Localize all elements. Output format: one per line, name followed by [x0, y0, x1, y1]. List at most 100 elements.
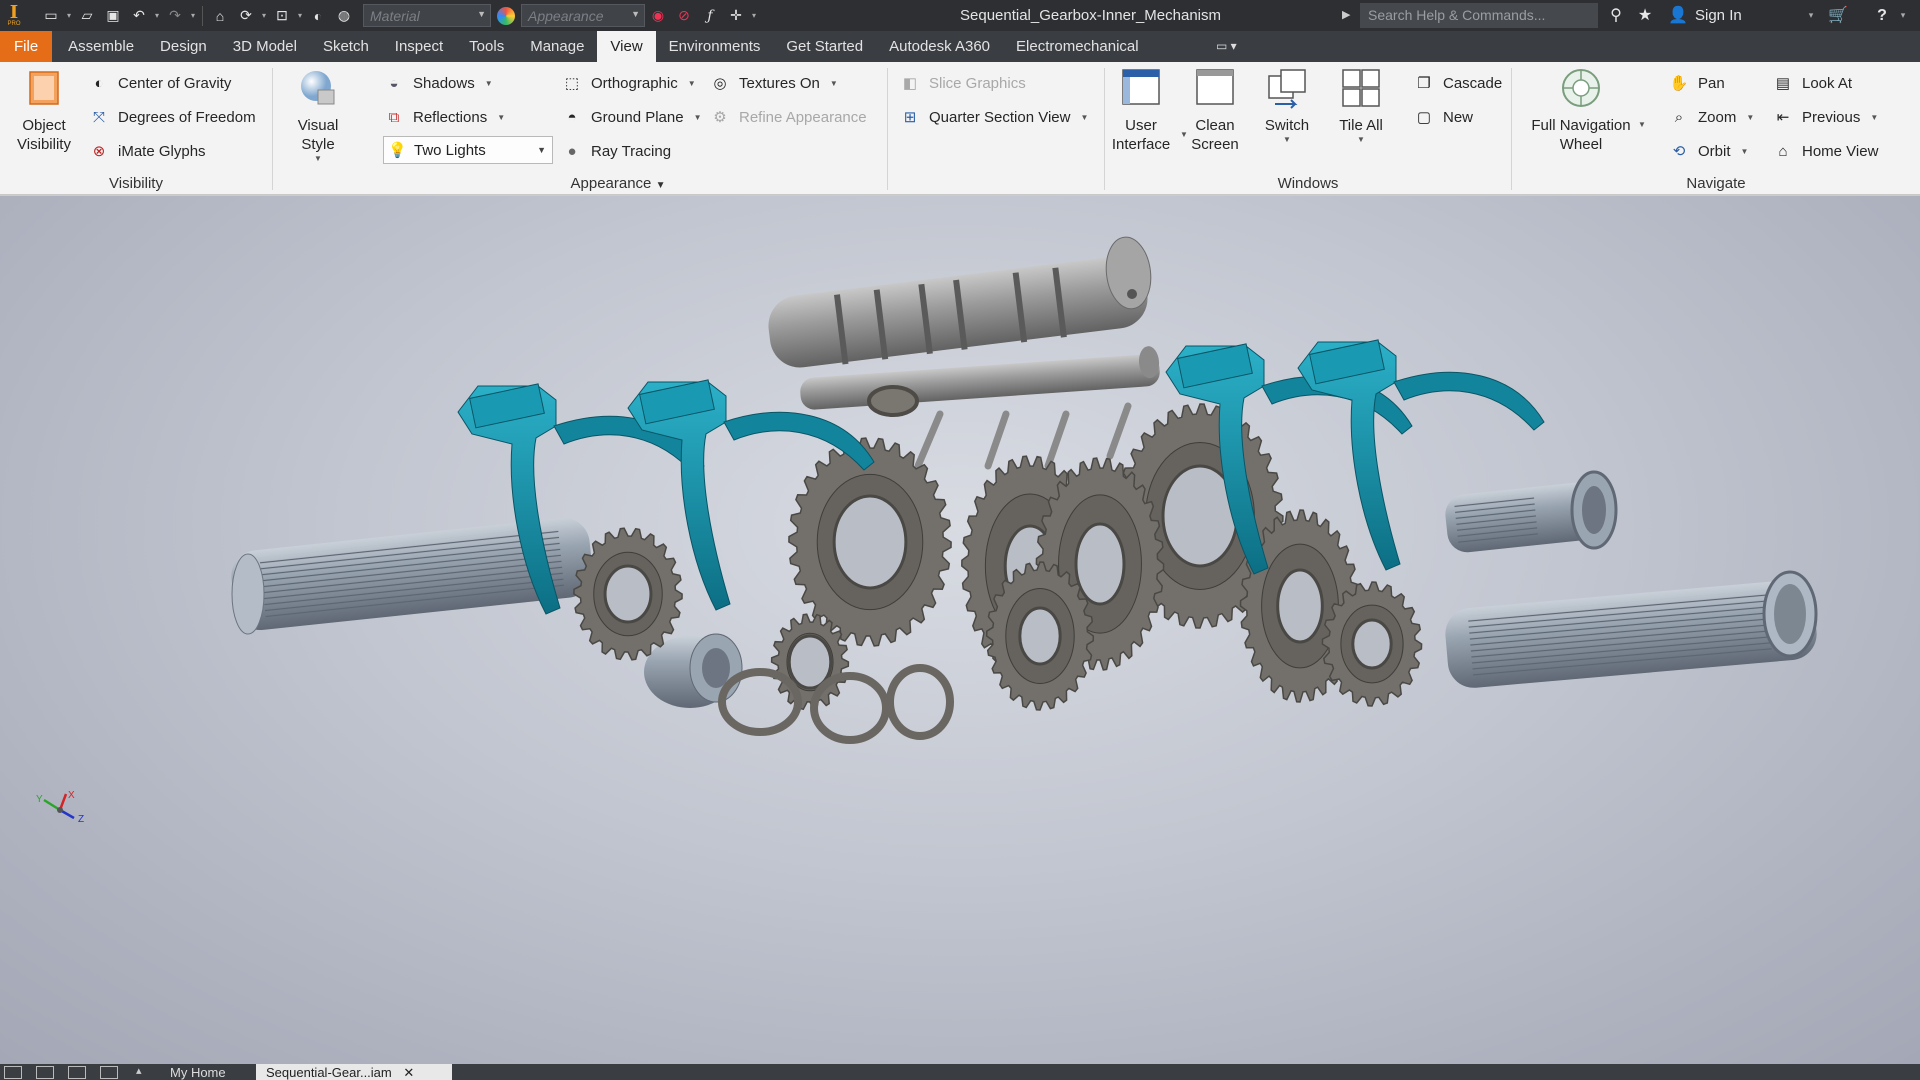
- orthographic-button[interactable]: ⬚ Orthographic ▼: [561, 70, 696, 96]
- look-at-button[interactable]: ▤ Look At: [1772, 70, 1852, 96]
- tab-view[interactable]: View: [597, 31, 656, 62]
- synchro-ring[interactable]: [886, 664, 954, 740]
- zoom-button[interactable]: ⌕ Zoom ▼: [1668, 104, 1754, 130]
- undo-icon[interactable]: ↶: [126, 0, 152, 31]
- window-split-icon[interactable]: [36, 1066, 54, 1079]
- synchro-ring[interactable]: [718, 668, 802, 736]
- tab-environments[interactable]: Environments: [656, 31, 774, 62]
- tab-manage[interactable]: Manage: [517, 31, 597, 62]
- home-view-button[interactable]: ⌂ Home View: [1772, 138, 1878, 164]
- orientation-triad-icon[interactable]: Y X Z: [28, 788, 98, 838]
- center-of-gravity-button[interactable]: ◐ Center of Gravity: [88, 70, 231, 96]
- binoculars-icon[interactable]: ⚲: [1604, 0, 1628, 31]
- measure-icon[interactable]: ✛: [723, 0, 749, 31]
- gear[interactable]: [788, 437, 952, 647]
- tab-assemble[interactable]: Assemble: [55, 31, 147, 62]
- tab-electromechanical[interactable]: Electromechanical: [1003, 31, 1152, 62]
- redo-icon[interactable]: ↷: [162, 0, 188, 31]
- window-horizontal-icon[interactable]: [68, 1066, 86, 1079]
- globe-icon[interactable]: ◍: [331, 0, 357, 31]
- select-filter-dropdown-icon[interactable]: ▾: [295, 11, 305, 20]
- shadows-button[interactable]: ◒ Shadows ▼: [383, 70, 492, 96]
- appearance-group-label[interactable]: Appearance ▼: [273, 175, 963, 192]
- ribbon-display-toggle-icon[interactable]: ▭ ▾: [1216, 39, 1237, 53]
- tab-autodesk-a360[interactable]: Autodesk A360: [876, 31, 1003, 62]
- menu-up-icon[interactable]: ▴: [136, 1064, 142, 1077]
- gear[interactable]: [985, 561, 1095, 711]
- tile-all-button[interactable]: Tile All ▼: [1329, 66, 1393, 145]
- gearbox-model[interactable]: [0, 196, 1920, 1064]
- search-input[interactable]: Search Help & Commands...: [1360, 3, 1598, 28]
- tab-inspect[interactable]: Inspect: [382, 31, 456, 62]
- cart-icon[interactable]: 🛒: [1826, 0, 1850, 31]
- refine-appearance-button[interactable]: ⚙ Refine Appearance: [709, 104, 866, 130]
- sign-in-dropdown-icon[interactable]: ▾: [1804, 0, 1818, 31]
- previous-view-button[interactable]: ⇤ Previous ▼: [1772, 104, 1879, 130]
- new-window-button[interactable]: ▢ New: [1413, 104, 1473, 130]
- appearance-swatch-icon[interactable]: [497, 6, 515, 25]
- ray-tracing-button[interactable]: ● Ray Tracing: [561, 138, 671, 164]
- help-dropdown-icon[interactable]: ▾: [1896, 0, 1910, 31]
- window-vertical-icon[interactable]: [100, 1066, 118, 1079]
- lighting-style-dropdown[interactable]: 💡 Two Lights ▼: [383, 136, 553, 164]
- slice-graphics-button[interactable]: ◧ Slice Graphics: [899, 70, 1026, 96]
- visual-style-button[interactable]: Visual Style ▼: [283, 66, 353, 164]
- clean-screen-button[interactable]: Clean Screen: [1187, 66, 1243, 154]
- window-tile-icon[interactable]: [4, 1066, 22, 1079]
- sign-in-button[interactable]: Sign In: [1695, 0, 1742, 31]
- synchro-ring[interactable]: [810, 672, 890, 744]
- ground-plane-button[interactable]: ◓ Ground Plane ▼: [561, 104, 701, 130]
- star-icon[interactable]: ★: [1633, 0, 1657, 31]
- gear[interactable]: [770, 613, 850, 711]
- parameters-fx-icon[interactable]: ƒ: [697, 0, 723, 31]
- user-icon[interactable]: 👤: [1666, 0, 1690, 31]
- new-file-dropdown-icon[interactable]: ▾: [64, 11, 74, 20]
- adjust-appearance-icon[interactable]: ◉: [645, 0, 671, 31]
- user-interface-button[interactable]: User Interface: [1111, 66, 1171, 154]
- tab-design[interactable]: Design: [147, 31, 220, 62]
- update-icon[interactable]: ⟳: [233, 0, 259, 31]
- orbit-button[interactable]: ⟲ Orbit ▼: [1668, 138, 1749, 164]
- object-visibility-button[interactable]: Object Visibility: [8, 66, 80, 154]
- imate-glyphs-button[interactable]: ⊗ iMate Glyphs: [88, 138, 206, 164]
- tab-get-started[interactable]: Get Started: [773, 31, 876, 62]
- redo-dropdown-icon[interactable]: ▾: [188, 11, 198, 20]
- tab-document[interactable]: Sequential-Gear...iam ✕: [256, 1064, 452, 1080]
- appearance-dropdown[interactable]: Appearance ▼: [521, 4, 645, 27]
- save-icon[interactable]: ▣: [100, 0, 126, 31]
- tab-file[interactable]: File: [0, 31, 53, 62]
- shift-drum[interactable]: [765, 235, 1155, 371]
- pan-button[interactable]: ✋ Pan: [1668, 70, 1725, 96]
- full-navigation-wheel-button[interactable]: Full Navigation Wheel: [1526, 66, 1636, 154]
- tab-tools[interactable]: Tools: [456, 31, 517, 62]
- reflections-button[interactable]: ⧉ Reflections ▼: [383, 104, 505, 130]
- cascade-button[interactable]: ❐ Cascade: [1413, 70, 1502, 96]
- degrees-of-freedom-button[interactable]: ⤧ Degrees of Freedom: [88, 104, 256, 130]
- output-shaft-upper[interactable]: [1443, 470, 1618, 554]
- navigation-wheel-dropdown-icon[interactable]: ▼: [1638, 120, 1646, 129]
- tab-3d-model[interactable]: 3D Model: [220, 31, 310, 62]
- customize-qat-icon[interactable]: ▾: [749, 11, 759, 20]
- output-shaft-lower[interactable]: [1443, 570, 1819, 690]
- new-file-icon[interactable]: ▭: [38, 0, 64, 31]
- clear-appearance-icon[interactable]: ⊘: [671, 0, 697, 31]
- select-filter-icon[interactable]: ⊡: [269, 0, 295, 31]
- open-folder-icon[interactable]: ▱: [74, 0, 100, 31]
- material-dropdown[interactable]: Material ▼: [363, 4, 491, 27]
- tab-sketch[interactable]: Sketch: [310, 31, 382, 62]
- appearance-group: Visual Style ▼ ◒ Shadows ▼ ⧉ Reflections…: [273, 62, 1103, 195]
- quarter-section-view-button[interactable]: ⊞ Quarter Section View ▼: [899, 104, 1089, 130]
- switch-button[interactable]: Switch ▼: [1255, 66, 1319, 145]
- textures-on-button[interactable]: ◎ Textures On ▼: [709, 70, 837, 96]
- close-icon[interactable]: ✕: [403, 1065, 414, 1080]
- help-icon[interactable]: ?: [1870, 0, 1894, 31]
- tab-my-home[interactable]: My Home: [160, 1064, 252, 1080]
- graphics-viewport[interactable]: Y X Z: [0, 196, 1920, 1064]
- app-logo[interactable]: I PRO: [0, 0, 28, 31]
- appearance-override-icon[interactable]: ◐: [305, 0, 331, 31]
- undo-dropdown-icon[interactable]: ▾: [152, 11, 162, 20]
- home-icon[interactable]: ⌂: [207, 0, 233, 31]
- update-dropdown-icon[interactable]: ▾: [259, 11, 269, 20]
- search-expand-icon[interactable]: ▶: [1342, 0, 1350, 31]
- cascade-icon: ❐: [1417, 75, 1431, 92]
